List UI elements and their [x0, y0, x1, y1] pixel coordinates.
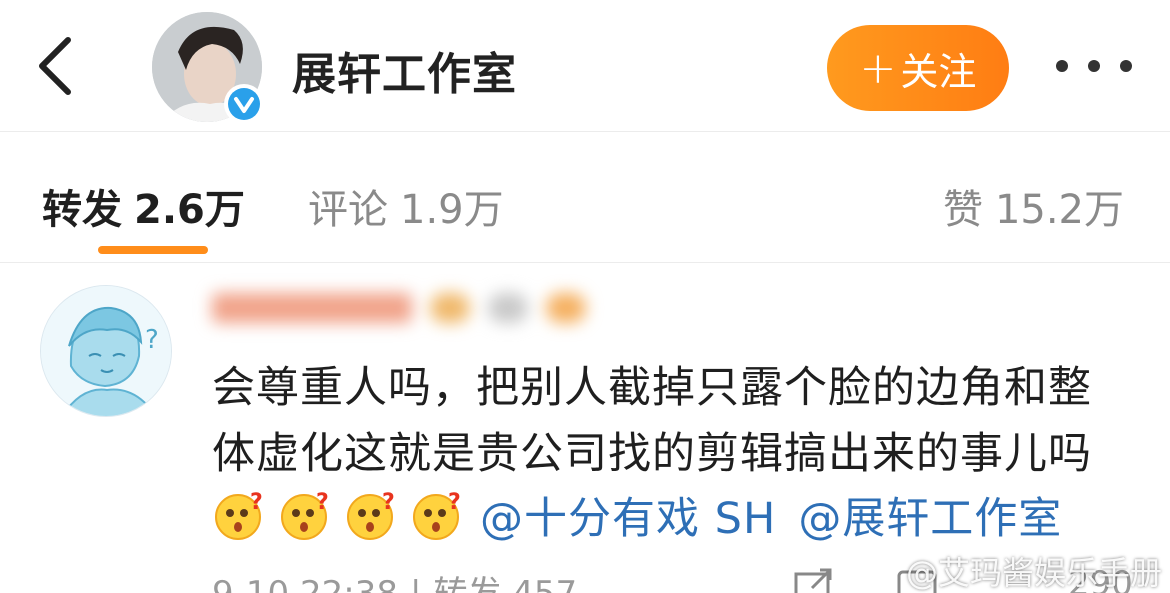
more-dots-icon [1120, 60, 1132, 72]
repost-text: 会尊重人吗，把别人截掉只露个脸的边角和整体虚化这就是贵公司找的剪辑搞出来的事儿吗 [212, 363, 1092, 479]
back-button[interactable] [28, 30, 84, 102]
top-bar: 展轩工作室 + 关注 [0, 0, 1170, 132]
share-button[interactable] [792, 566, 836, 593]
plus-icon: + [859, 42, 897, 94]
blurred-username [212, 288, 586, 328]
question-face-emoji-icon: ? [413, 490, 461, 540]
follow-label: 关注 [900, 49, 977, 94]
more-dots-icon [1056, 60, 1068, 72]
emoji-mention-row: ? ? ? ? @十分有戏 SH @展轩工作室 [212, 484, 1062, 546]
tab-comment[interactable]: 评论 1.9万 [308, 177, 504, 235]
avatar[interactable]: ? [40, 285, 172, 417]
mention-link[interactable]: @十分有戏 SH [480, 484, 776, 546]
svg-text:?: ? [382, 490, 395, 515]
svg-text:?: ? [316, 490, 329, 515]
active-tab-indicator [98, 246, 208, 254]
more-button[interactable] [1056, 48, 1132, 84]
verified-badge [224, 84, 264, 124]
svg-text:?: ? [250, 490, 263, 515]
meta-separator: | [410, 574, 421, 593]
follow-button[interactable]: + 关注 [827, 25, 1009, 111]
tab-count: 15.2万 [994, 187, 1124, 233]
watermark-text: @艾玛酱娱乐手册 [906, 554, 1163, 592]
tab-label: 赞 [942, 187, 983, 233]
account-name[interactable]: 展轩工作室 [292, 38, 517, 102]
verified-badge-icon [234, 97, 254, 113]
watermark: @艾玛酱娱乐手册 [860, 548, 1162, 593]
more-dots-icon [1088, 60, 1100, 72]
account-avatar-wrap[interactable] [152, 12, 264, 124]
tab-like[interactable]: 赞 15.2万 [943, 177, 1124, 235]
mention-link[interactable]: @展轩工作室 [798, 484, 1062, 546]
tab-repost[interactable]: 转发 2.6万 [42, 177, 245, 235]
question-face-emoji-icon: ? [215, 490, 263, 540]
timestamp: 9-10 22:38 [212, 574, 398, 593]
question-face-emoji-icon: ? [347, 490, 395, 540]
tab-count: 2.6万 [134, 187, 245, 233]
share-icon [794, 568, 832, 593]
chevron-left-icon [39, 37, 71, 95]
tab-label: 评论 [308, 187, 388, 233]
repost-count[interactable]: 转发 457 [433, 574, 577, 593]
weibo-logo-icon [862, 558, 898, 586]
repost-meta: 9-10 22:38 | 转发 457 [212, 566, 577, 593]
svg-text:?: ? [145, 325, 159, 355]
tab-label: 转发 [42, 187, 122, 233]
tab-count: 1.9万 [400, 187, 504, 233]
question-face-emoji-icon: ? [281, 490, 329, 540]
tab-bar: 转发 2.6万 评论 1.9万 赞 15.2万 [0, 133, 1170, 263]
svg-text:?: ? [448, 490, 461, 515]
